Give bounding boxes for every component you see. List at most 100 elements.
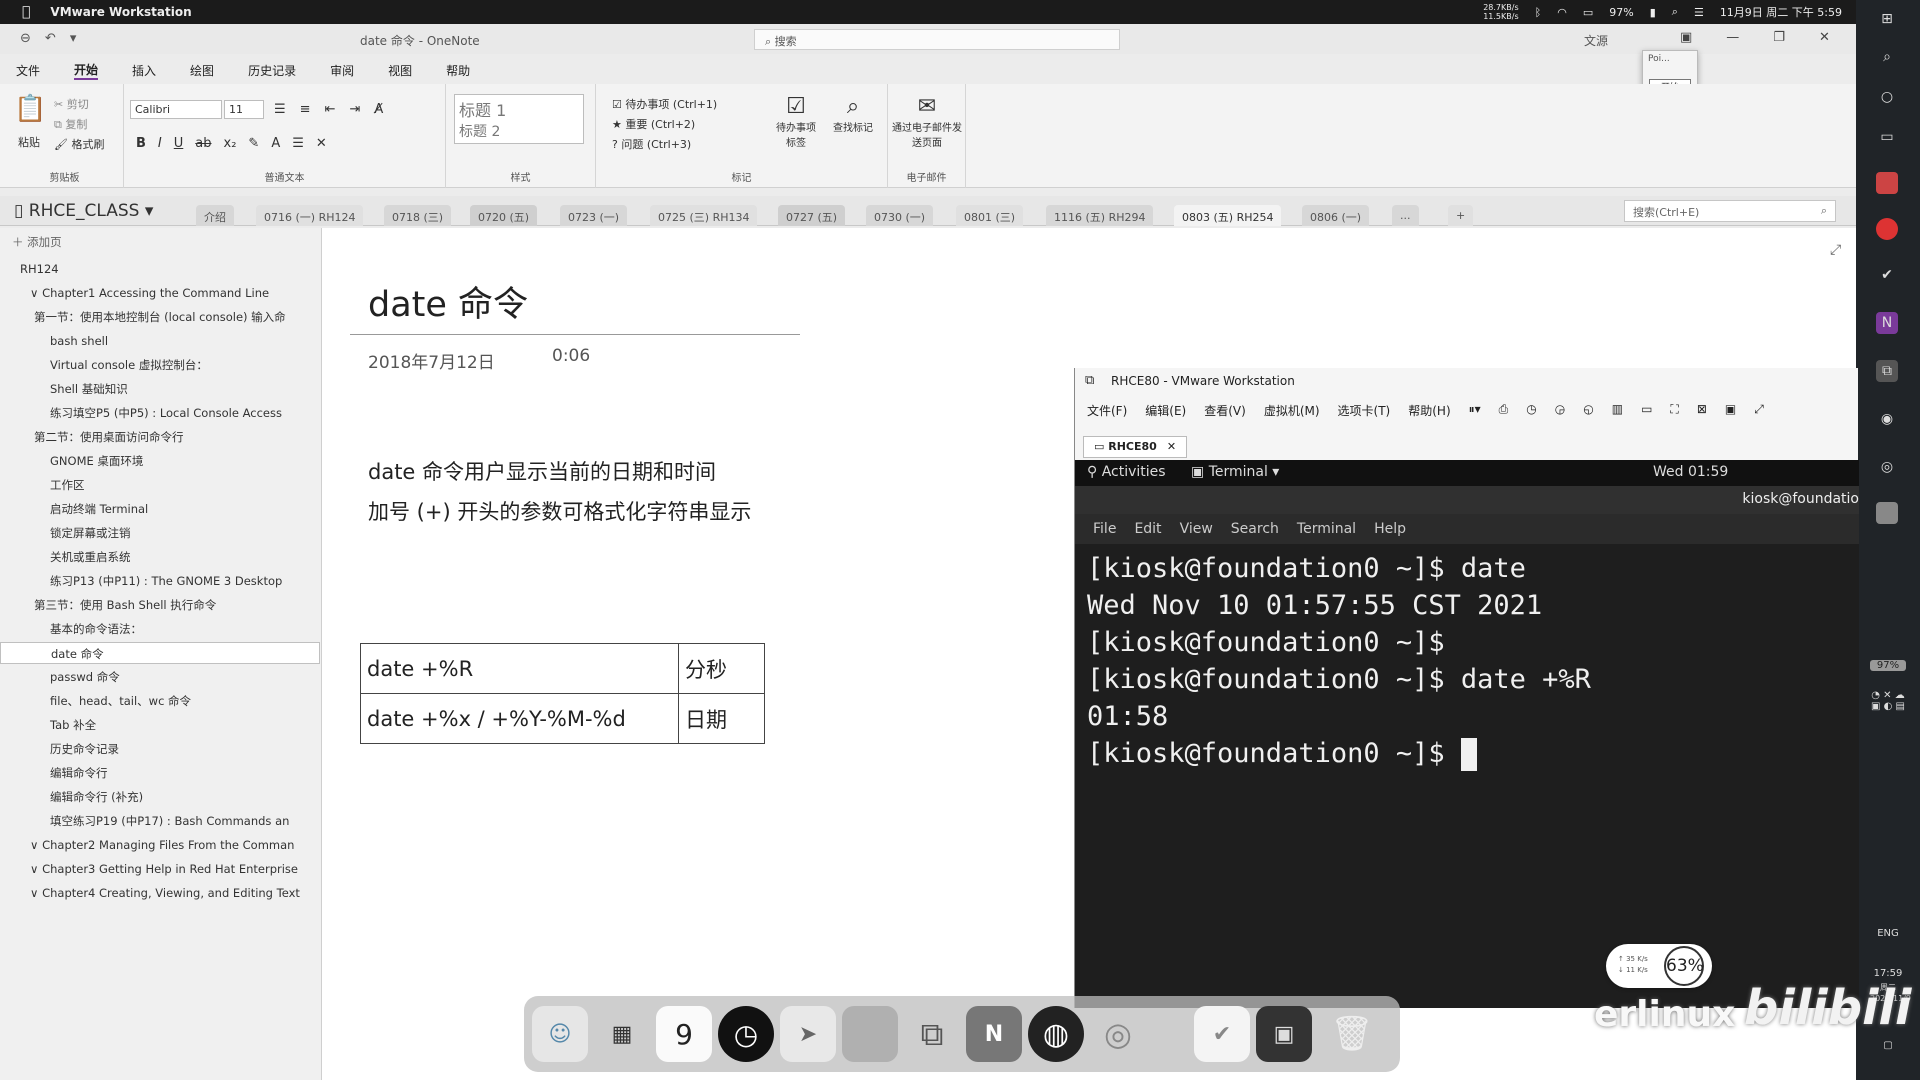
term-menu-search[interactable]: Search bbox=[1231, 521, 1279, 537]
page-item[interactable]: passwd 命令 bbox=[0, 666, 320, 688]
section-group-item[interactable]: ∨ Chapter1 Accessing the Command Line bbox=[0, 282, 320, 304]
page-item[interactable]: 编辑命令行 (补充) bbox=[0, 786, 320, 808]
page-title[interactable]: date 命令 bbox=[368, 276, 528, 327]
snapshot-icon[interactable]: ◷ bbox=[1526, 402, 1536, 419]
unity-icon[interactable]: ⊠ bbox=[1697, 402, 1707, 419]
page-item[interactable]: 第三节：使用 Bash Shell 执行命令 bbox=[0, 594, 320, 616]
page-item[interactable]: 编辑命令行 bbox=[0, 762, 320, 784]
preview-icon[interactable] bbox=[842, 1006, 898, 1062]
tag-todo[interactable]: ☑ 待办事项 (Ctrl+1) bbox=[612, 96, 717, 112]
tab-home[interactable]: 开始 bbox=[74, 61, 99, 80]
italic-icon[interactable]: I bbox=[158, 136, 162, 151]
numbering-icon[interactable]: ≡ bbox=[300, 102, 311, 117]
folder-icon[interactable]: ✔ bbox=[1194, 1006, 1250, 1062]
battery-icon[interactable]: ▮ bbox=[1650, 6, 1656, 19]
style-heading-1[interactable]: 标题 1 bbox=[459, 97, 579, 121]
section-tab[interactable]: 0725 (三) RH134 bbox=[650, 205, 758, 226]
more-sections[interactable]: ... bbox=[1392, 205, 1419, 226]
network-widget[interactable]: ↑ 35 K/s ↓ 11 K/s 63% bbox=[1606, 944, 1712, 988]
term-menu-file[interactable]: File bbox=[1093, 521, 1116, 537]
font-color-icon[interactable]: A bbox=[271, 136, 280, 151]
close-icon[interactable]: ✕ bbox=[1819, 30, 1830, 45]
copy-button[interactable]: ⧉ 复制 bbox=[54, 116, 87, 132]
section-tab[interactable]: 介绍 bbox=[196, 205, 234, 226]
add-section-button[interactable]: + bbox=[1448, 205, 1474, 226]
pause-icon[interactable]: ⏸▾ bbox=[1469, 402, 1481, 419]
table-cell[interactable]: date +%x / +%Y-%M-%d bbox=[360, 693, 679, 744]
app3-icon[interactable] bbox=[1876, 502, 1898, 524]
tab-help[interactable]: 帮助 bbox=[446, 62, 470, 79]
term-menu-view[interactable]: View bbox=[1180, 521, 1213, 537]
page-item[interactable]: GNOME 桌面环境 bbox=[0, 450, 320, 472]
vm-menu-tabs[interactable]: 选项卡(T) bbox=[1338, 402, 1391, 419]
paste-button[interactable]: 粘贴 bbox=[18, 134, 40, 150]
obs-icon[interactable]: ◉ bbox=[1876, 408, 1898, 430]
format-painter-button[interactable]: 🖌 格式刷 bbox=[54, 136, 104, 152]
obs-icon[interactable]: ◍ bbox=[1028, 1006, 1084, 1062]
add-page-button[interactable]: ＋ 添加页 bbox=[12, 234, 62, 250]
page-item[interactable]: Tab 补全 bbox=[0, 714, 320, 736]
vm-menu-edit[interactable]: 编辑(E) bbox=[1145, 402, 1186, 419]
page-item[interactable]: 练习填空P5 (中P5) : Local Console Access bbox=[0, 402, 320, 424]
launchpad-icon[interactable]: ▦ bbox=[594, 1006, 650, 1062]
customize-icon[interactable]: ▾ bbox=[70, 31, 77, 46]
tab-review[interactable]: 审阅 bbox=[330, 62, 354, 79]
styles-gallery[interactable]: 标题 1 标题 2 bbox=[454, 94, 584, 144]
windows-icon[interactable]: ⊞ bbox=[1876, 8, 1898, 30]
section-tab[interactable]: 0720 (五) bbox=[470, 205, 538, 226]
underline-icon[interactable]: U bbox=[174, 136, 184, 151]
back-icon[interactable]: ⊖ bbox=[20, 31, 31, 46]
task-view-icon[interactable]: ▭ bbox=[1876, 126, 1898, 148]
delete-icon[interactable]: ✕ bbox=[316, 136, 327, 151]
page-item[interactable]: file、head、tail、wc 命令 bbox=[0, 690, 320, 712]
align-icon[interactable]: ☰ bbox=[292, 136, 304, 151]
page-item[interactable]: 工作区 bbox=[0, 474, 320, 496]
app2-icon[interactable]: ◎ bbox=[1876, 456, 1898, 478]
section-tab[interactable]: 0801 (三) bbox=[956, 205, 1024, 226]
close-icon[interactable]: ✕ bbox=[1167, 440, 1176, 453]
revert-icon[interactable]: ◶ bbox=[1555, 402, 1565, 419]
display-icon[interactable]: ▭ bbox=[1583, 6, 1593, 19]
fullscreen-icon[interactable]: ⛶ bbox=[1670, 402, 1678, 419]
todo-tag-button[interactable]: ☑ 待办事项标签 bbox=[774, 94, 818, 149]
activities-button[interactable]: ⚲ Activities bbox=[1087, 464, 1166, 480]
vmware-icon[interactable]: ⧉ bbox=[1876, 360, 1898, 382]
bold-icon[interactable]: B bbox=[136, 136, 146, 151]
highlight-icon[interactable]: ✎ bbox=[248, 136, 259, 151]
style-heading-2[interactable]: 标题 2 bbox=[459, 121, 579, 141]
section-tab[interactable]: 0730 (一) bbox=[866, 205, 934, 226]
circle-icon[interactable]: ○ bbox=[1876, 86, 1898, 108]
page-item[interactable]: 基本的命令语法： bbox=[0, 618, 320, 640]
tab-history[interactable]: 历史记录 bbox=[248, 62, 296, 79]
clear-format-icon[interactable]: A̸ bbox=[374, 102, 383, 117]
find-tags-button[interactable]: ⌕ 查找标记 bbox=[826, 94, 880, 134]
send-keys-icon[interactable]: ⎙ bbox=[1499, 402, 1509, 419]
vm-menu-file[interactable]: 文件(F) bbox=[1087, 402, 1127, 419]
outdent-icon[interactable]: ⇤ bbox=[325, 102, 336, 117]
tag-question[interactable]: ? 问题 (Ctrl+3) bbox=[612, 136, 691, 152]
term-menu-terminal[interactable]: Terminal bbox=[1297, 521, 1356, 537]
section-tab[interactable]: 0718 (三) bbox=[384, 205, 452, 226]
vm-tab[interactable]: ▭ RHCE80 ✕ bbox=[1083, 436, 1188, 458]
clock-icon[interactable]: ◷ bbox=[718, 1006, 774, 1062]
table-cell[interactable]: 日期 bbox=[678, 693, 765, 744]
tab-view[interactable]: 视图 bbox=[388, 62, 412, 79]
page-item[interactable]: bash shell bbox=[0, 330, 320, 352]
restore-icon[interactable]: ❐ bbox=[1773, 30, 1785, 45]
lang-indicator[interactable]: ENG bbox=[1870, 928, 1906, 939]
screenshot-icon[interactable]: ▣ bbox=[1256, 1006, 1312, 1062]
term-menu-help[interactable]: Help bbox=[1374, 521, 1406, 537]
finder-icon[interactable]: ☺ bbox=[532, 1006, 588, 1062]
note-line-1[interactable]: date 命令用户显示当前的日期和时间 bbox=[368, 456, 716, 486]
search-icon[interactable]: ⌕ bbox=[1876, 46, 1898, 68]
page-item[interactable]: 练习P13 (中P11) : The GNOME 3 Desktop bbox=[0, 570, 320, 592]
section-tab-active[interactable]: 0803 (五) RH254 bbox=[1174, 205, 1282, 226]
tray-icons[interactable]: ◔ ✕ ☁ ▣ ◐ ▤ bbox=[1870, 690, 1906, 712]
onenote-icon[interactable]: N bbox=[966, 1006, 1022, 1062]
view-normal-icon[interactable]: ▥ bbox=[1612, 402, 1623, 419]
notebook-search[interactable]: 搜索(Ctrl+E) ⌕ bbox=[1624, 200, 1836, 222]
section-tab[interactable]: 1116 (五) RH294 bbox=[1046, 205, 1154, 226]
section-tab[interactable]: 0723 (一) bbox=[560, 205, 628, 226]
apple-icon[interactable]:  bbox=[22, 4, 30, 20]
tag-important[interactable]: ★ 重要 (Ctrl+2) bbox=[612, 116, 695, 132]
